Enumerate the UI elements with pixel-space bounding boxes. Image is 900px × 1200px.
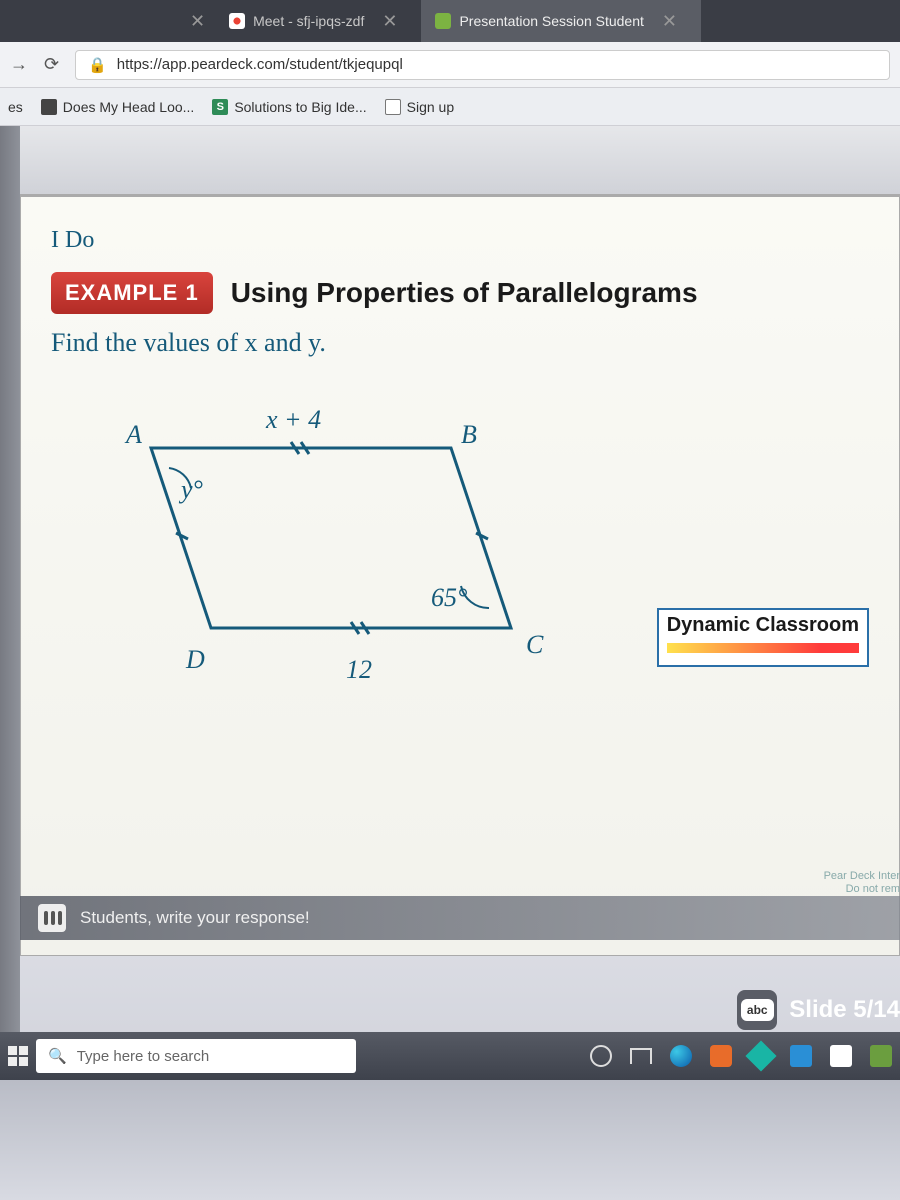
bookmark-solutions[interactable]: S Solutions to Big Ide...: [212, 99, 366, 115]
vertex-b: B: [461, 420, 477, 449]
task-view-icon[interactable]: [630, 1048, 652, 1064]
reload-icon[interactable]: ⟳: [44, 54, 59, 75]
app-icon[interactable]: [790, 1045, 812, 1067]
search-icon: 🔍: [48, 1047, 67, 1065]
vertex-d: D: [185, 645, 205, 674]
slide: I Do EXAMPLE 1 Using Properties of Paral…: [20, 196, 900, 956]
figure: A B C D x + 4 y° 65° 12 Dynamic Classroo…: [51, 388, 869, 728]
windows-taskbar: 🔍 Type here to search: [0, 1032, 900, 1080]
content-area: I Do EXAMPLE 1 Using Properties of Paral…: [0, 126, 900, 1200]
app-icon[interactable]: [745, 1040, 776, 1071]
tab-label: Meet - sfj-ipqs-zdf: [253, 13, 364, 29]
bottom-padding: [0, 1080, 900, 1200]
taskbar-search[interactable]: 🔍 Type here to search: [36, 1039, 356, 1073]
forward-icon[interactable]: →: [10, 54, 28, 75]
url-text: https://app.peardeck.com/student/tkjequp…: [117, 56, 403, 73]
dynamic-classroom-box[interactable]: Dynamic Classroom: [657, 608, 869, 667]
meet-icon: [229, 13, 245, 29]
parallelogram-svg: A B C D x + 4 y° 65° 12: [81, 388, 581, 708]
cortana-icon[interactable]: [590, 1045, 612, 1067]
section-title: I Do: [51, 227, 869, 254]
bookmark-label: Solutions to Big Ide...: [234, 99, 366, 115]
label-angle-a: y°: [178, 475, 203, 504]
bookmark-partial: es: [8, 99, 23, 115]
bookmark-label: Does My Head Loo...: [63, 99, 195, 115]
response-icon: [38, 904, 66, 932]
label-angle-c: 65°: [431, 583, 467, 612]
pear-icon: [435, 13, 451, 29]
app-icon[interactable]: [710, 1045, 732, 1067]
label-top: x + 4: [265, 405, 321, 434]
slide-counter: abc Slide 5/14: [737, 990, 900, 1030]
url-bar: → ⟳ 🔒 https://app.peardeck.com/student/t…: [0, 42, 900, 88]
bookmarks-bar: es Does My Head Loo... S Solutions to Bi…: [0, 88, 900, 126]
browser-tab-bar: ✕ Meet - sfj-ipqs-zdf ✕ Presentation Ses…: [0, 0, 900, 42]
text-response-button[interactable]: abc: [737, 990, 777, 1030]
dynamic-label: Dynamic Classroom: [667, 614, 859, 636]
vertex-a: A: [124, 420, 142, 449]
close-icon[interactable]: ✕: [662, 11, 677, 32]
bookmark-signup[interactable]: Sign up: [385, 99, 454, 115]
vertex-c: C: [526, 630, 544, 659]
peardeck-watermark: Pear Deck Inter Do not rem: [824, 870, 900, 896]
example-heading: Using Properties of Parallelograms: [231, 277, 698, 309]
gradient-bar: [667, 643, 859, 653]
response-prompt-bar[interactable]: Students, write your response!: [20, 896, 900, 940]
search-placeholder: Type here to search: [77, 1048, 210, 1065]
example-badge: EXAMPLE 1: [51, 272, 213, 314]
favicon-icon: S: [212, 99, 228, 115]
slide-counter-text: Slide 5/14: [789, 996, 900, 1024]
address-field[interactable]: 🔒 https://app.peardeck.com/student/tkjeq…: [75, 50, 890, 80]
document-icon: [385, 99, 401, 115]
tab-peardeck[interactable]: Presentation Session Student ✕: [421, 0, 701, 42]
tab-meet[interactable]: Meet - sfj-ipqs-zdf ✕: [215, 0, 421, 42]
bookmark-label: Sign up: [407, 99, 454, 115]
app-icon[interactable]: [870, 1045, 892, 1067]
top-strip: [20, 126, 900, 196]
abc-icon: abc: [741, 999, 774, 1021]
instruction-text: Find the values of x and y.: [51, 328, 869, 358]
label-bottom: 12: [346, 655, 372, 684]
taskbar-icons: [590, 1045, 892, 1067]
start-button[interactable]: [8, 1046, 28, 1066]
close-icon[interactable]: ✕: [190, 11, 205, 32]
bookmark-head[interactable]: Does My Head Loo...: [41, 99, 195, 115]
close-icon[interactable]: ✕: [382, 11, 397, 32]
edge-icon[interactable]: [670, 1045, 692, 1067]
favicon-icon: [41, 99, 57, 115]
lock-icon: 🔒: [88, 56, 107, 74]
tab-label: Presentation Session Student: [459, 13, 643, 29]
store-icon[interactable]: [830, 1045, 852, 1067]
prompt-text: Students, write your response!: [80, 908, 310, 928]
